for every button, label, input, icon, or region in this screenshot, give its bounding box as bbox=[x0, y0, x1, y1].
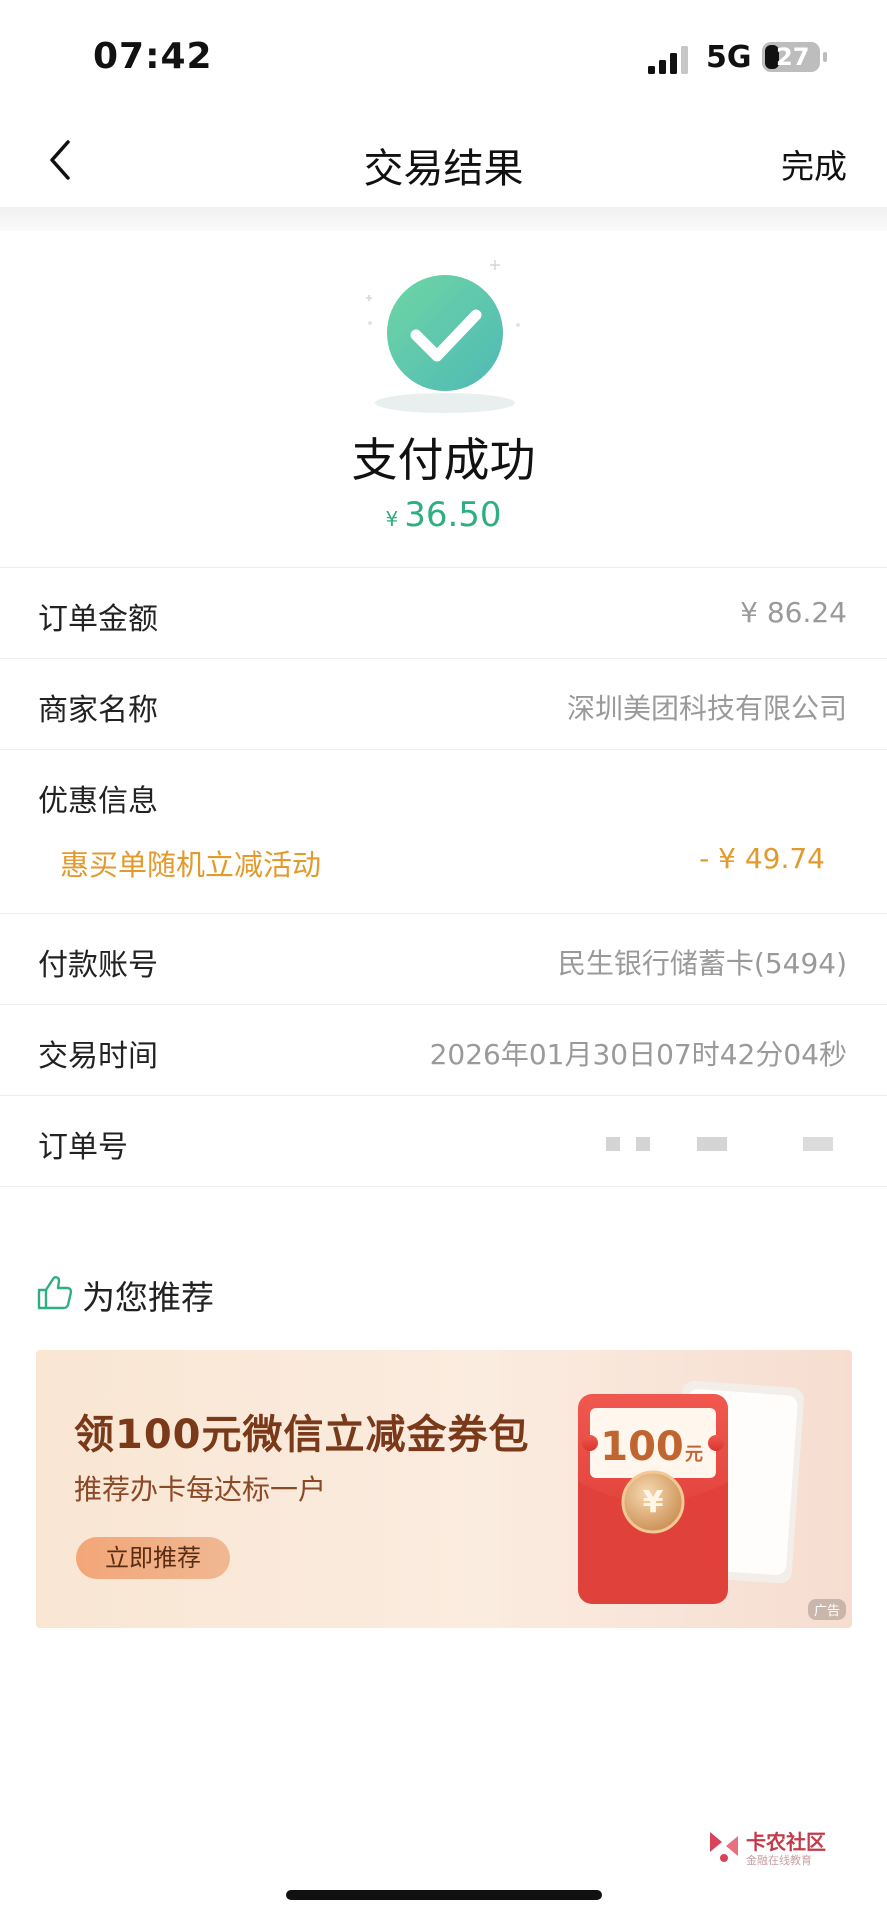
account-value: 民生银行储蓄卡(5494) bbox=[557, 947, 847, 980]
discount-row: 优惠信息 惠买单随机立减活动 - ¥ 49.74 bbox=[0, 749, 887, 913]
ad-tag: 广告 bbox=[807, 1599, 846, 1620]
watermark: 卡农社区 金融在线教育 bbox=[706, 1826, 866, 1870]
currency-symbol: ¥ bbox=[385, 507, 399, 531]
payment-status: 支付成功 bbox=[351, 433, 536, 487]
order-number-mask bbox=[697, 1137, 727, 1151]
header-divider bbox=[0, 207, 887, 231]
red-envelope-icon: ¥ 100 元 bbox=[578, 1380, 804, 1604]
order-amount-value: ¥ 86.24 bbox=[740, 596, 847, 629]
battery-icon: 27 bbox=[762, 42, 820, 72]
order-number-mask bbox=[636, 1137, 650, 1151]
result-section: 支付成功 ¥36.50 bbox=[0, 231, 887, 567]
order-amount-label: 订单金额 bbox=[38, 602, 158, 637]
battery-level: 27 bbox=[776, 43, 810, 71]
order-number-label: 订单号 bbox=[38, 1130, 128, 1165]
done-button[interactable]: 完成 bbox=[781, 140, 847, 188]
banner-subtitle: 推荐办卡每达标一户 bbox=[74, 1473, 327, 1506]
recommend-header: 为您推荐 bbox=[36, 1271, 436, 1317]
order-number-mask bbox=[803, 1137, 833, 1151]
coin-symbol: ¥ bbox=[643, 1485, 664, 1520]
home-indicator[interactable] bbox=[286, 1890, 602, 1900]
merchant-label: 商家名称 bbox=[38, 693, 158, 728]
coupon-unit: 元 bbox=[685, 1444, 703, 1465]
banner-title: 领100元微信立减金券包 bbox=[74, 1412, 530, 1458]
discount-value: - ¥ 49.74 bbox=[699, 842, 825, 875]
status-time: 07:42 bbox=[93, 36, 213, 77]
order-amount-row: 订单金额 ¥ 86.24 bbox=[0, 567, 887, 658]
nav-bar: 交易结果 完成 bbox=[0, 110, 887, 210]
paid-amount: ¥36.50 bbox=[0, 495, 887, 535]
watermark-logo-icon bbox=[710, 1832, 738, 1862]
order-number-mask bbox=[606, 1137, 620, 1151]
recommend-title: 为您推荐 bbox=[82, 1278, 214, 1317]
coupon-amount: 100 bbox=[600, 1424, 684, 1470]
network-type: 5G bbox=[706, 40, 752, 75]
time-label: 交易时间 bbox=[38, 1039, 158, 1074]
battery-cap bbox=[823, 52, 827, 62]
signal-icon bbox=[648, 46, 688, 74]
watermark-title: 卡农社区 bbox=[746, 1830, 826, 1854]
discount-activity: 惠买单随机立减活动 bbox=[60, 848, 322, 882]
status-bar: 07:42 5G 27 bbox=[0, 0, 887, 110]
merchant-row: 商家名称 深圳美团科技有限公司 bbox=[0, 658, 887, 749]
promo-banner[interactable]: 领100元微信立减金券包 推荐办卡每达标一户 立即推荐 ¥ 100 元 广告 bbox=[36, 1350, 852, 1628]
account-row: 付款账号 民生银行储蓄卡(5494) bbox=[0, 913, 887, 1004]
time-row: 交易时间 2026年01月30日07时42分04秒 bbox=[0, 1004, 887, 1095]
account-label: 付款账号 bbox=[38, 948, 158, 983]
amount-value: 36.50 bbox=[404, 495, 502, 535]
order-number-row: 订单号 bbox=[0, 1095, 887, 1186]
recommend-now-button[interactable]: 立即推荐 bbox=[76, 1537, 230, 1579]
discount-label: 优惠信息 bbox=[38, 784, 158, 819]
thumbs-up-icon bbox=[37, 1276, 73, 1310]
divider bbox=[0, 1186, 887, 1187]
time-value: 2026年01月30日07时42分04秒 bbox=[429, 1038, 847, 1071]
merchant-value: 深圳美团科技有限公司 bbox=[566, 692, 847, 725]
check-circle-icon bbox=[366, 260, 520, 413]
watermark-subtitle: 金融在线教育 bbox=[746, 1854, 812, 1867]
page-title: 交易结果 bbox=[363, 146, 524, 192]
transaction-details: 订单金额 ¥ 86.24 商家名称 深圳美团科技有限公司 优惠信息 惠买单随机立… bbox=[0, 567, 887, 1187]
